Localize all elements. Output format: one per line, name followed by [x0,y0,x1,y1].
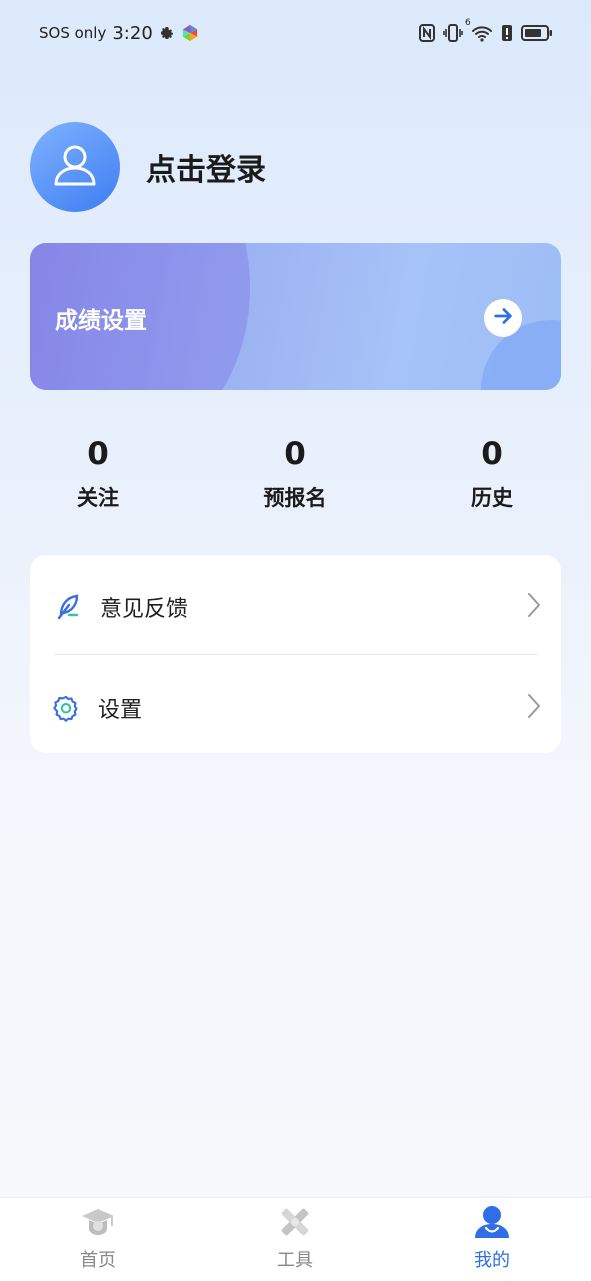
carrier-text: SOS only [39,24,107,42]
feather-pen-icon [54,593,82,621]
alert-icon [501,24,513,42]
menu-item-settings[interactable]: 设置 [30,659,561,757]
score-settings-title: 成绩设置 [55,308,147,334]
tab-label: 首页 [80,1250,116,1271]
gear-icon [52,694,80,722]
login-link[interactable]: 点击登录 [146,145,266,189]
stats-row: 0 关注 0 预报名 0 历史 [0,432,591,522]
stat-value: 0 [481,436,503,472]
chevron-right-icon [527,592,541,622]
menu-item-label: 设置 [98,698,143,723]
menu-card: 意见反馈 设置 [30,555,561,753]
tab-tools[interactable]: 工具 [235,1198,355,1281]
user-icon [473,1204,511,1244]
stat-label: 关注 [77,486,119,510]
tab-home[interactable]: 首页 [38,1198,158,1281]
tab-mine[interactable]: 我的 [432,1198,552,1281]
stat-history[interactable]: 0 历史 [432,432,552,512]
menu-divider [54,654,537,655]
wifi-icon: 6 [465,18,493,42]
battery-icon [521,24,553,42]
menu-item-label: 意见反馈 [100,597,189,622]
profile-header[interactable]: 点击登录 [30,122,266,212]
tab-label: 工具 [277,1250,313,1271]
person-icon [50,140,100,194]
stat-value: 0 [284,436,306,472]
tools-icon [278,1205,312,1243]
stat-value: 0 [87,436,109,472]
nfc-icon [419,24,435,42]
score-settings-arrow-button[interactable] [484,299,522,337]
vibrate-icon [443,24,463,42]
wifi-badge: 6 [465,18,471,28]
stat-label: 预报名 [263,486,327,510]
app-logo-icon [181,24,199,42]
stat-label: 历史 [471,486,513,510]
bottom-tab-bar: 首页 工具 我的 [0,1197,591,1281]
tab-label: 我的 [474,1250,510,1271]
avatar[interactable] [30,122,120,212]
arrow-right-icon [492,305,514,331]
chevron-right-icon [527,693,541,723]
menu-item-feedback[interactable]: 意见反馈 [30,558,561,656]
score-settings-card[interactable]: 成绩设置 [30,243,561,390]
gear-icon [159,25,175,41]
status-time: 3:20 [112,22,153,44]
stat-pre-registration[interactable]: 0 预报名 [235,432,355,512]
status-bar: SOS only 3:20 6 [0,0,591,66]
graduation-cap-icon [80,1205,116,1243]
stat-follow[interactable]: 0 关注 [38,432,158,512]
